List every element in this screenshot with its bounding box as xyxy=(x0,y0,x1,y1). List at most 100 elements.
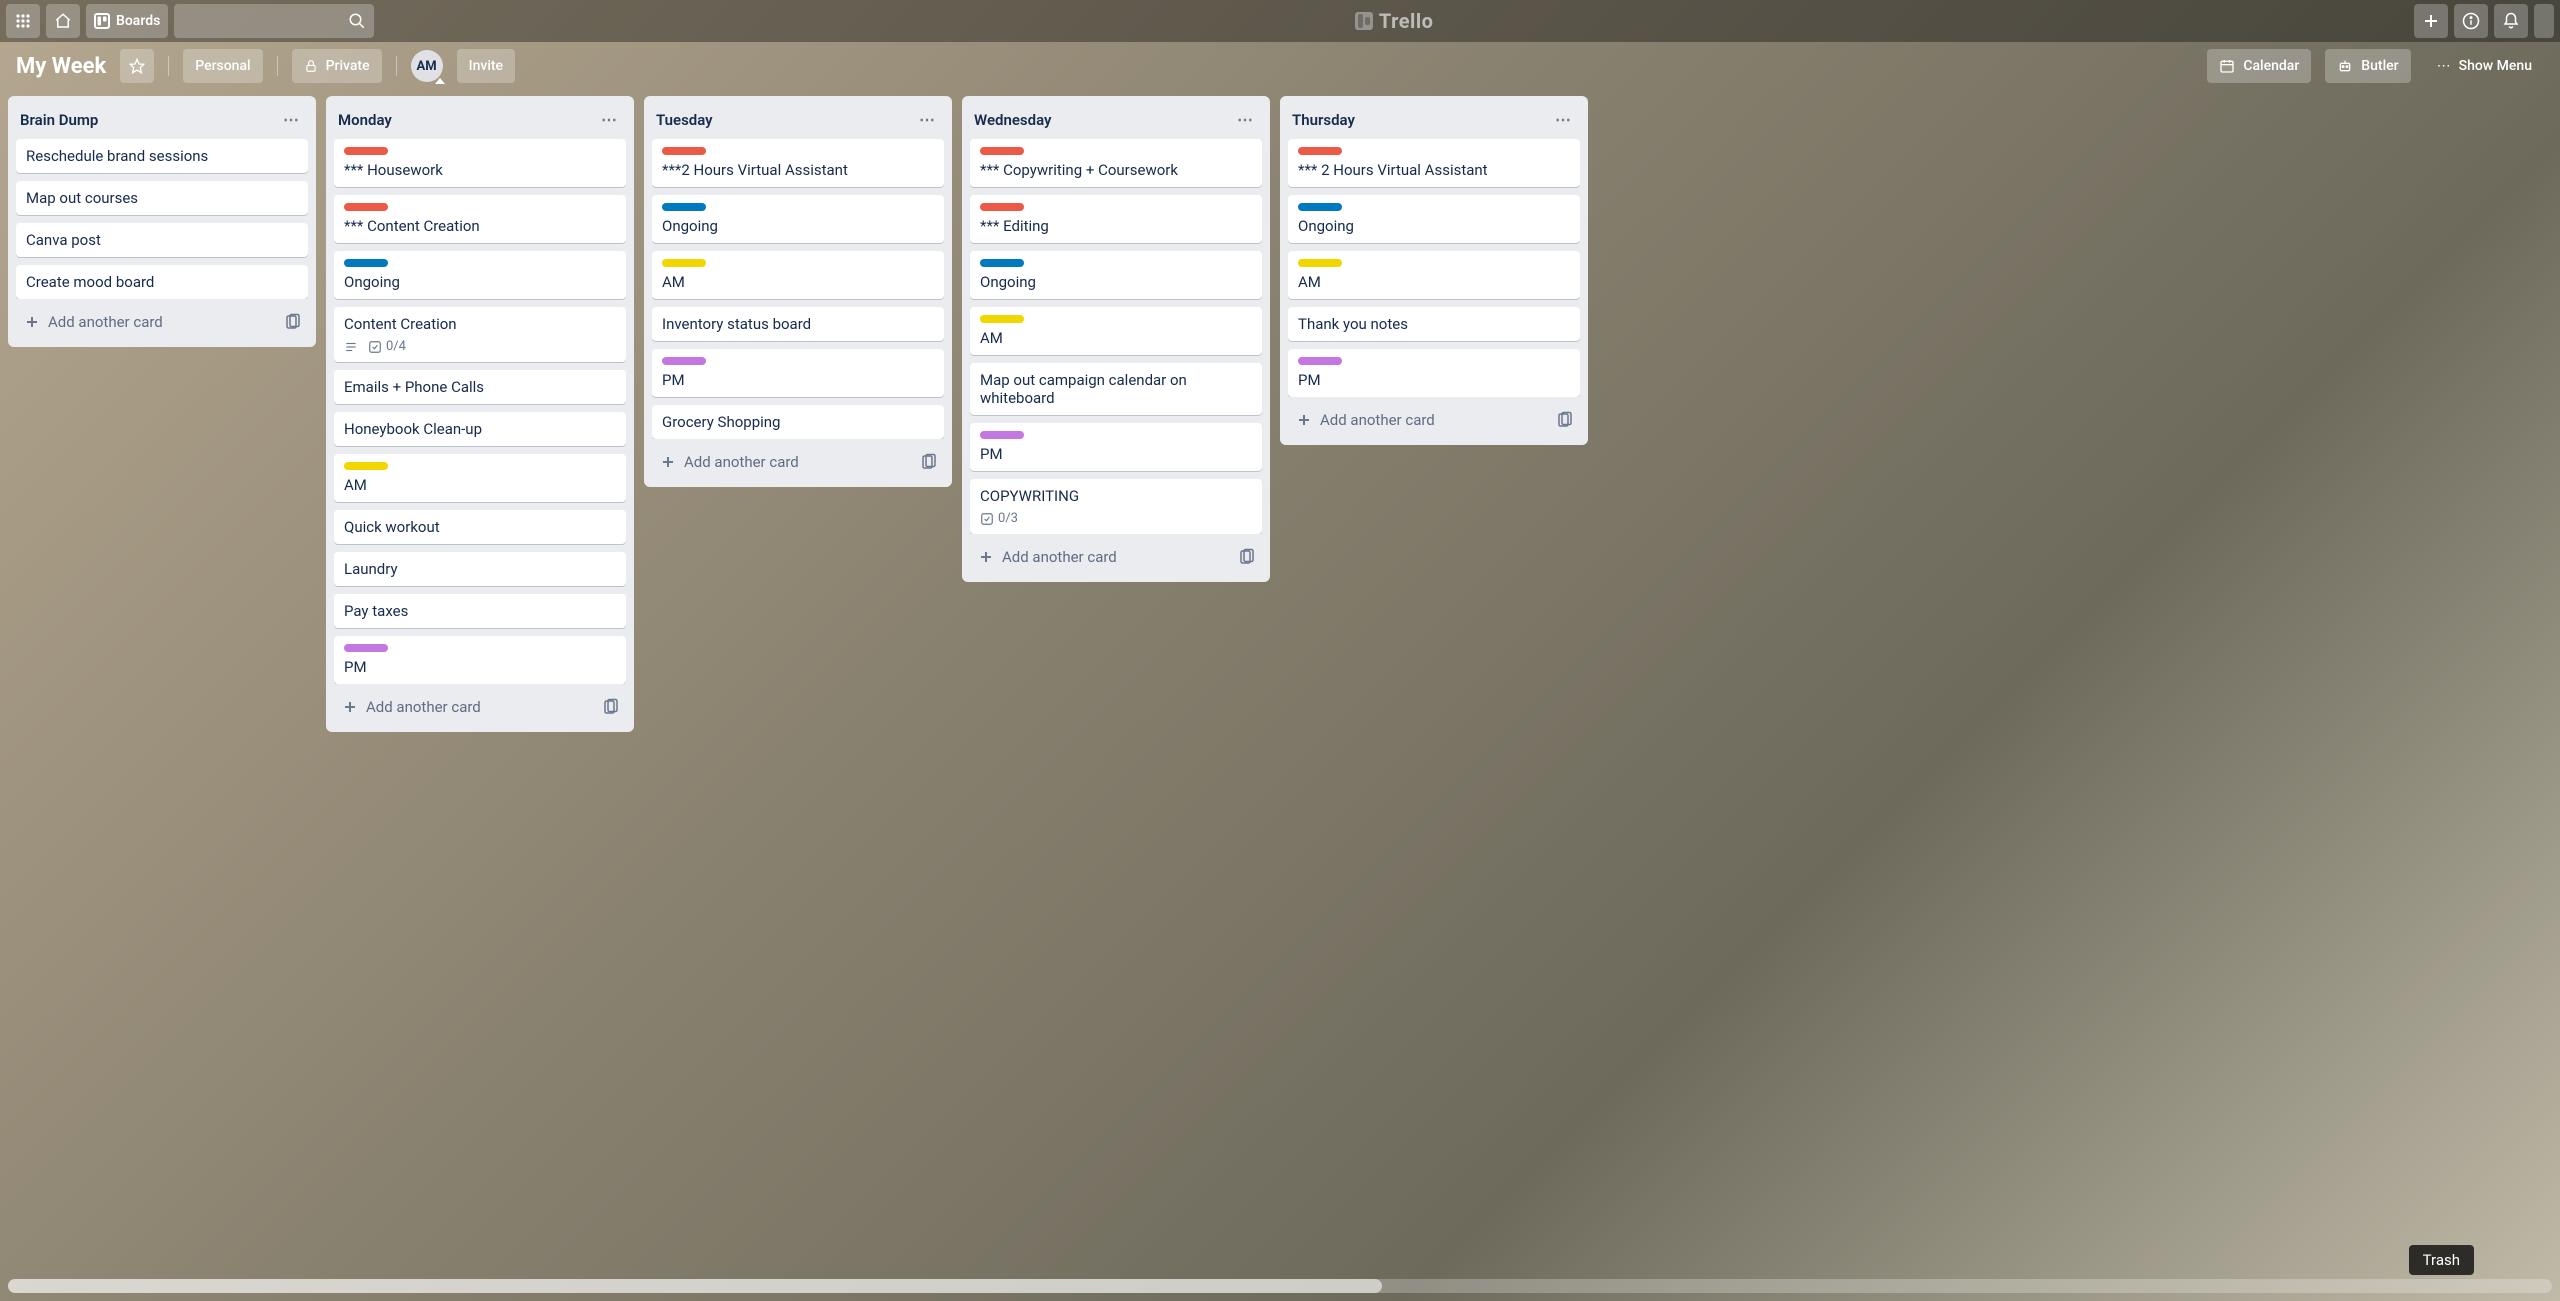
card[interactable]: Grocery Shopping xyxy=(652,405,944,439)
card[interactable]: *** Housework xyxy=(334,139,626,187)
star-button[interactable] xyxy=(120,49,154,83)
card[interactable]: Honeybook Clean-up xyxy=(334,412,626,446)
red-label[interactable] xyxy=(344,203,388,211)
list-title[interactable]: Thursday xyxy=(1292,111,1355,129)
card[interactable]: Map out courses xyxy=(16,181,308,215)
purple-label[interactable] xyxy=(1298,357,1342,365)
home-button[interactable] xyxy=(46,4,80,38)
create-button[interactable] xyxy=(2414,4,2448,38)
card[interactable]: AM xyxy=(1288,251,1580,299)
show-menu-button[interactable]: ⋯ Show Menu xyxy=(2425,49,2544,83)
add-card-button[interactable]: Add another card xyxy=(1288,405,1550,435)
card[interactable]: *** 2 Hours Virtual Assistant xyxy=(1288,139,1580,187)
purple-label[interactable] xyxy=(344,644,388,652)
card[interactable]: Quick workout xyxy=(334,510,626,544)
card[interactable]: Pay taxes xyxy=(334,594,626,628)
boards-button[interactable]: Boards xyxy=(86,4,168,38)
list-header: Wednesday ⋯ xyxy=(962,96,1270,139)
card-title: PM xyxy=(1298,371,1570,389)
create-from-template-button[interactable] xyxy=(596,694,626,720)
board-canvas[interactable]: Brain Dump ⋯ Reschedule brand sessions Map … xyxy=(0,90,2560,1301)
card[interactable]: Canva post xyxy=(16,223,308,257)
add-card-button[interactable]: Add another card xyxy=(970,542,1232,572)
blue-label[interactable] xyxy=(1298,203,1342,211)
card[interactable]: Emails + Phone Calls xyxy=(334,370,626,404)
member-avatar[interactable]: AM xyxy=(411,50,443,82)
card[interactable]: Ongoing xyxy=(334,251,626,299)
notifications-button[interactable] xyxy=(2494,4,2528,38)
yellow-label[interactable] xyxy=(662,259,706,267)
card[interactable]: ***2 Hours Virtual Assistant xyxy=(652,139,944,187)
card[interactable]: AM xyxy=(334,454,626,502)
card-title: Ongoing xyxy=(980,273,1252,291)
calendar-button[interactable]: Calendar xyxy=(2207,49,2311,83)
list: Wednesday ⋯ *** Copywriting + Coursework **… xyxy=(962,96,1270,582)
card[interactable]: *** Copywriting + Coursework xyxy=(970,139,1262,187)
list-title[interactable]: Wednesday xyxy=(974,111,1051,129)
list-menu-button[interactable]: ⋯ xyxy=(279,106,304,133)
purple-label[interactable] xyxy=(980,431,1024,439)
board-name[interactable]: My Week xyxy=(16,54,106,79)
card[interactable]: PM xyxy=(652,349,944,397)
card[interactable]: *** Editing xyxy=(970,195,1262,243)
list-menu-button[interactable]: ⋯ xyxy=(1551,106,1576,133)
blue-label[interactable] xyxy=(662,203,706,211)
card[interactable]: Create mood board xyxy=(16,265,308,299)
create-from-template-button[interactable] xyxy=(278,309,308,335)
create-from-template-button[interactable] xyxy=(1550,407,1580,433)
team-button[interactable]: Personal xyxy=(183,49,262,83)
search-button[interactable] xyxy=(174,4,374,38)
list-title[interactable]: Tuesday xyxy=(656,111,713,129)
purple-label[interactable] xyxy=(662,357,706,365)
card[interactable]: Thank you notes xyxy=(1288,307,1580,341)
card-title: AM xyxy=(1298,273,1570,291)
card[interactable]: Reschedule brand sessions xyxy=(16,139,308,173)
scrollbar-thumb[interactable] xyxy=(8,1279,1382,1293)
add-card-button[interactable]: Add another card xyxy=(16,307,278,337)
cards-container: Reschedule brand sessions Map out courses… xyxy=(8,139,316,299)
apps-icon xyxy=(15,13,31,29)
info-button[interactable] xyxy=(2454,4,2488,38)
list-menu-button[interactable]: ⋯ xyxy=(915,106,940,133)
red-label[interactable] xyxy=(980,147,1024,155)
card[interactable]: Content Creation0/4 xyxy=(334,307,626,362)
card[interactable]: Ongoing xyxy=(1288,195,1580,243)
yellow-label[interactable] xyxy=(1298,259,1342,267)
card[interactable]: Inventory status board xyxy=(652,307,944,341)
red-label[interactable] xyxy=(1298,147,1342,155)
yellow-label[interactable] xyxy=(980,315,1024,323)
blue-label[interactable] xyxy=(344,259,388,267)
list-title[interactable]: Monday xyxy=(338,111,392,129)
create-from-template-button[interactable] xyxy=(1232,544,1262,570)
apps-button[interactable] xyxy=(6,4,40,38)
card[interactable]: Laundry xyxy=(334,552,626,586)
invite-button[interactable]: Invite xyxy=(457,49,515,83)
card[interactable]: AM xyxy=(652,251,944,299)
card[interactable]: PM xyxy=(970,423,1262,471)
card[interactable]: PM xyxy=(334,636,626,684)
visibility-button[interactable]: Private xyxy=(292,49,382,83)
add-card-button[interactable]: Add another card xyxy=(652,447,914,477)
blue-label[interactable] xyxy=(980,259,1024,267)
card[interactable]: Ongoing xyxy=(970,251,1262,299)
horizontal-scrollbar[interactable] xyxy=(8,1279,2552,1293)
card[interactable]: Map out campaign calendar on whiteboard xyxy=(970,363,1262,415)
account-button[interactable] xyxy=(2534,4,2554,38)
card-title: Ongoing xyxy=(344,273,616,291)
card-labels xyxy=(980,315,1252,323)
butler-button[interactable]: Butler xyxy=(2325,49,2410,83)
list-menu-button[interactable]: ⋯ xyxy=(597,106,622,133)
list-title[interactable]: Brain Dump xyxy=(20,111,98,129)
card[interactable]: AM xyxy=(970,307,1262,355)
card[interactable]: *** Content Creation xyxy=(334,195,626,243)
list-menu-button[interactable]: ⋯ xyxy=(1233,106,1258,133)
card[interactable]: COPYWRITING0/3 xyxy=(970,479,1262,534)
card[interactable]: Ongoing xyxy=(652,195,944,243)
red-label[interactable] xyxy=(344,147,388,155)
create-from-template-button[interactable] xyxy=(914,449,944,475)
yellow-label[interactable] xyxy=(344,462,388,470)
card[interactable]: PM xyxy=(1288,349,1580,397)
add-card-button[interactable]: Add another card xyxy=(334,692,596,722)
red-label[interactable] xyxy=(662,147,706,155)
red-label[interactable] xyxy=(980,203,1024,211)
